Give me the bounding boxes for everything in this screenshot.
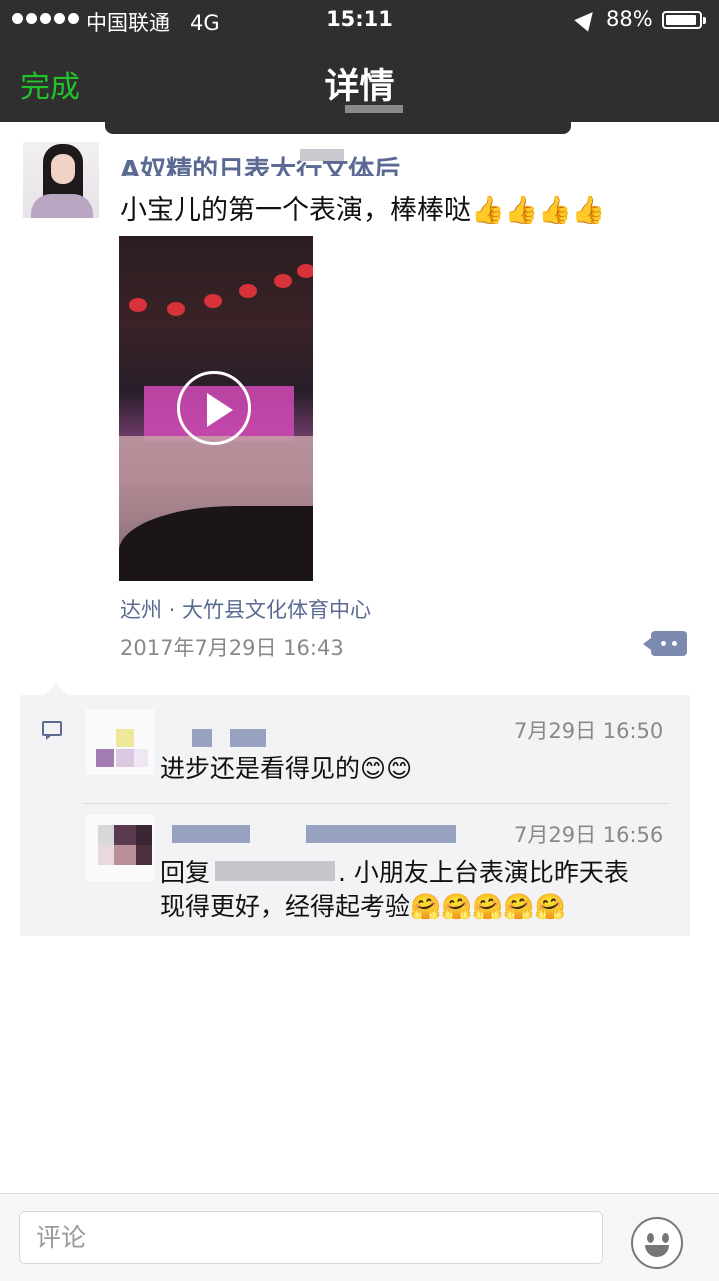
comment-bar <box>0 1193 719 1281</box>
author-name[interactable]: A奴精的日表大行文体后 <box>120 150 400 176</box>
comment-text: 进步还是看得见的😊😊 <box>160 754 413 783</box>
more-icon[interactable] <box>643 631 687 656</box>
page-title: 详情 <box>324 67 395 107</box>
comment-text-line1: . 小朋友上台表演比昨天表 <box>338 858 629 887</box>
emoji-icon[interactable] <box>631 1217 683 1269</box>
commenter-name-redaction <box>172 825 250 843</box>
battery-icon <box>662 11 706 29</box>
post-location[interactable]: 达州 · 大竹县文化体育中心 <box>120 594 371 624</box>
commenter-name-redaction <box>192 729 212 747</box>
comment-divider <box>82 803 670 804</box>
comment-time: 7月29日 16:56 <box>514 823 664 847</box>
reply-prefix: 回复 <box>160 858 211 887</box>
battery-percent: 88% <box>606 7 653 31</box>
play-icon[interactable] <box>177 371 251 445</box>
status-bar: 中国联通 4G 15:11 88% <box>0 0 719 40</box>
comments-section: 7月29日 16:50 进步还是看得见的😊😊 7月29日 16:56 回复 . … <box>20 683 690 936</box>
author-avatar[interactable] <box>23 142 99 218</box>
author-name-redaction <box>300 149 344 161</box>
video-thumbnail[interactable] <box>119 236 313 581</box>
reply-target-redaction <box>306 825 456 843</box>
header-overlay-bar <box>105 122 571 134</box>
comment-input[interactable] <box>19 1211 603 1264</box>
header: 中国联通 4G 15:11 88% 完成 详情 <box>0 0 719 122</box>
post-text: 小宝儿的第一个表演，棒棒哒👍👍👍👍 <box>120 195 606 226</box>
reply-name-redaction <box>215 861 335 881</box>
commenter-name-redaction <box>230 729 266 747</box>
comment-time: 7月29日 16:50 <box>514 719 664 743</box>
commenter-avatar[interactable] <box>86 709 154 775</box>
post-timestamp: 2017年7月29日 16:43 <box>120 636 344 660</box>
comment-text-line2: 现得更好，经得起考验🤗🤗🤗🤗🤗 <box>160 892 566 921</box>
comment-icon <box>42 721 62 740</box>
title-redaction <box>345 105 403 113</box>
commenter-avatar[interactable] <box>86 815 154 881</box>
